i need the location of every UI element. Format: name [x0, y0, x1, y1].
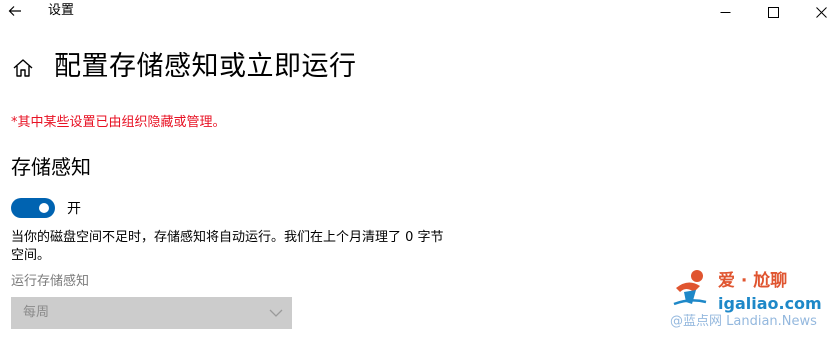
title-bar: 设置	[0, 0, 837, 24]
run-frequency-value: 每周	[23, 305, 50, 320]
section-title: 存储感知	[11, 155, 91, 179]
maximize-icon	[767, 6, 779, 18]
home-button[interactable]	[12, 57, 34, 79]
minimize-button[interactable]	[702, 0, 748, 24]
policy-warning: *其中某些设置已由组织隐藏或管理。	[11, 115, 226, 130]
back-arrow-icon	[8, 6, 21, 16]
run-frequency-select[interactable]: 每周	[11, 297, 292, 329]
run-storage-sense-label: 运行存储感知	[11, 274, 90, 289]
toggle-state-label: 开	[67, 201, 81, 217]
minimize-icon	[720, 11, 730, 13]
watermark-domain: igaliao.com	[718, 294, 822, 313]
storage-sense-description: 当你的磁盘空间不足时，存储感知将自动运行。我们在上个月清理了 0 字节 空间。	[11, 230, 444, 263]
app-title: 设置	[48, 3, 75, 18]
mascot-logo-icon	[673, 270, 707, 306]
close-button[interactable]	[798, 0, 837, 24]
page-title: 配置存储感知或立即运行	[54, 51, 357, 82]
maximize-button[interactable]	[750, 0, 796, 24]
watermark-subtext: @蓝点网 Landian.News	[670, 314, 817, 329]
watermark-cn: 爱 · 尬聊	[718, 271, 788, 291]
home-icon	[13, 59, 33, 77]
close-icon	[815, 6, 827, 18]
back-button[interactable]	[5, 1, 25, 21]
toggle-knob	[39, 203, 49, 213]
watermark: 爱 · 尬聊 igaliao.com @蓝点网 Landian.News	[668, 268, 834, 334]
storage-sense-toggle[interactable]	[11, 198, 55, 218]
chevron-down-icon	[269, 309, 283, 317]
